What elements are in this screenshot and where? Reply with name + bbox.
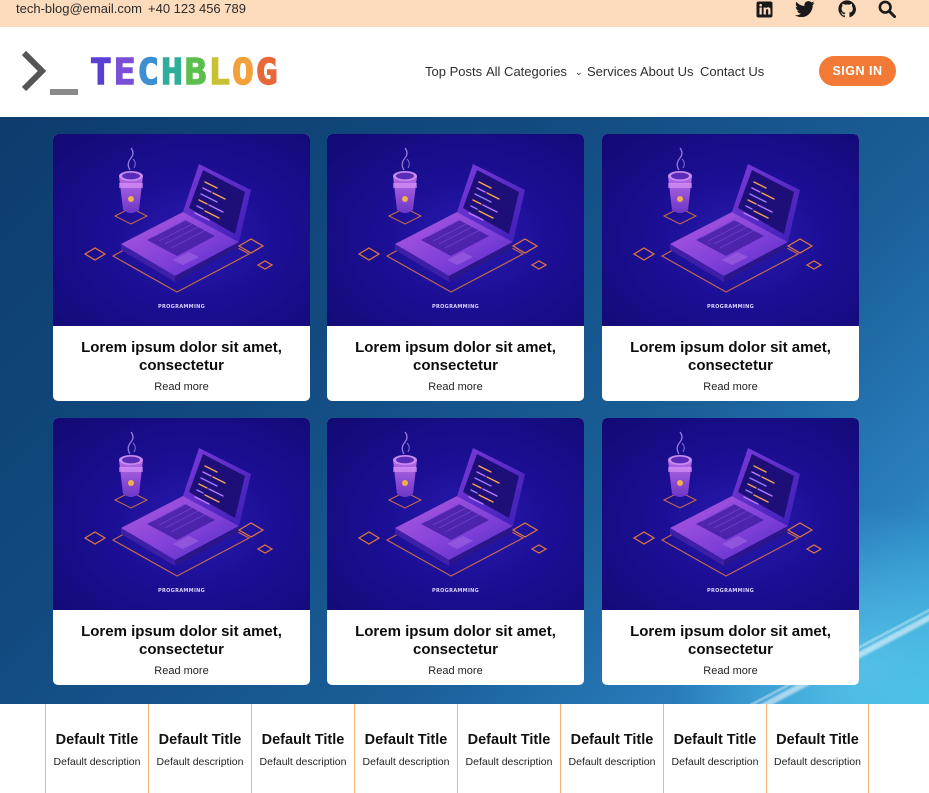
feature-item: Default Title Default description bbox=[45, 704, 148, 793]
post-category: PROGRAMMING bbox=[158, 304, 205, 310]
logo-letter: T bbox=[89, 52, 114, 93]
post-category: PROGRAMMING bbox=[432, 304, 479, 310]
post-title[interactable]: Lorem ipsum dolor sit amet, consectetur bbox=[65, 623, 298, 659]
post-title[interactable]: Lorem ipsum dolor sit amet, consectetur bbox=[614, 623, 847, 659]
linkedin-icon[interactable] bbox=[753, 0, 775, 18]
logo-letter: H bbox=[160, 52, 185, 93]
contact-phone[interactable]: +40 123 456 789 bbox=[148, 0, 246, 20]
laptop-illustration[interactable] bbox=[53, 418, 310, 610]
logo-letter: C bbox=[137, 52, 162, 93]
feature-item: Default Title Default description bbox=[766, 704, 869, 793]
github-icon[interactable] bbox=[836, 0, 858, 18]
laptop-illustration[interactable] bbox=[602, 418, 859, 610]
logo-letter: L bbox=[208, 52, 233, 93]
logo-letter: B bbox=[184, 52, 209, 93]
logo-letter: O bbox=[231, 52, 256, 93]
feature-item: Default Title Default description bbox=[560, 704, 663, 793]
read-more-link[interactable]: Read more bbox=[53, 665, 310, 677]
post-title[interactable]: Lorem ipsum dolor sit amet, consectetur bbox=[614, 339, 847, 375]
nav-contact-us[interactable]: Contact Us bbox=[700, 63, 764, 81]
feature-description: Default description bbox=[774, 756, 861, 768]
post-card[interactable]: PROGRAMMING Lorem ipsum dolor sit amet, c… bbox=[602, 418, 859, 685]
post-title[interactable]: Lorem ipsum dolor sit amet, consectetur bbox=[339, 623, 572, 659]
feature-description: Default description bbox=[156, 756, 244, 768]
sign-in-button[interactable]: SIGN IN bbox=[819, 56, 896, 86]
features-row: Default Title Default description Default … bbox=[0, 704, 929, 793]
nav-top-posts[interactable]: Top Posts bbox=[425, 63, 482, 81]
feature-description: Default description bbox=[362, 756, 450, 768]
post-title[interactable]: Lorem ipsum dolor sit amet, consectetur bbox=[65, 339, 298, 375]
post-title[interactable]: Lorem ipsum dolor sit amet, consectetur bbox=[339, 339, 572, 375]
search-icon[interactable] bbox=[876, 0, 898, 18]
laptop-illustration[interactable] bbox=[327, 134, 584, 326]
top-bar: tech-blog@email.com +40 123 456 789 bbox=[0, 0, 929, 27]
read-more-link[interactable]: Read more bbox=[53, 381, 310, 393]
nav-about-us[interactable]: About Us bbox=[640, 63, 693, 81]
feature-title: Default Title bbox=[261, 732, 345, 748]
feature-item: Default Title Default description bbox=[148, 704, 251, 793]
laptop-illustration[interactable] bbox=[327, 418, 584, 610]
post-category: PROGRAMMING bbox=[432, 588, 479, 594]
post-category: PROGRAMMING bbox=[158, 588, 205, 594]
feature-title: Default Title bbox=[364, 732, 448, 748]
feature-title: Default Title bbox=[570, 732, 654, 748]
feature-item: Default Title Default description bbox=[354, 704, 457, 793]
post-category: PROGRAMMING bbox=[707, 304, 754, 310]
nav-services[interactable]: Services bbox=[587, 63, 637, 81]
chevron-down-icon: ⌄ bbox=[574, 67, 583, 77]
post-card[interactable]: PROGRAMMING Lorem ipsum dolor sit amet, c… bbox=[327, 418, 584, 685]
contact-email[interactable]: tech-blog@email.com bbox=[16, 0, 142, 20]
laptop-illustration[interactable] bbox=[602, 134, 859, 326]
feature-item: Default Title Default description bbox=[663, 704, 766, 793]
feature-description: Default description bbox=[671, 756, 759, 768]
post-category: PROGRAMMING bbox=[707, 588, 754, 594]
terminal-logo-icon[interactable] bbox=[20, 49, 82, 99]
logo-letter: G bbox=[255, 52, 280, 93]
read-more-link[interactable]: Read more bbox=[327, 381, 584, 393]
read-more-link[interactable]: Read more bbox=[602, 665, 859, 677]
read-more-link[interactable]: Read more bbox=[327, 665, 584, 677]
read-more-link[interactable]: Read more bbox=[602, 381, 859, 393]
post-card[interactable]: PROGRAMMING Lorem ipsum dolor sit amet, c… bbox=[53, 134, 310, 401]
feature-item: Default Title Default description bbox=[457, 704, 560, 793]
site-header: TECHBLOG Top Posts All Categories ⌄ Servi… bbox=[0, 27, 929, 117]
post-card[interactable]: PROGRAMMING Lorem ipsum dolor sit amet, c… bbox=[327, 134, 584, 401]
feature-description: Default description bbox=[53, 756, 141, 768]
feature-description: Default description bbox=[465, 756, 553, 768]
twitter-icon[interactable] bbox=[794, 0, 816, 18]
feature-title: Default Title bbox=[776, 732, 859, 748]
logo-text[interactable]: TECHBLOG bbox=[89, 52, 280, 93]
nav-all-categories-label: All Categories bbox=[486, 64, 567, 79]
feature-description: Default description bbox=[259, 756, 347, 768]
feature-title: Default Title bbox=[673, 732, 757, 748]
feature-title: Default Title bbox=[467, 732, 551, 748]
feature-title: Default Title bbox=[158, 732, 242, 748]
feature-item: Default Title Default description bbox=[251, 704, 354, 793]
post-card[interactable]: PROGRAMMING Lorem ipsum dolor sit amet, c… bbox=[53, 418, 310, 685]
feature-description: Default description bbox=[568, 756, 656, 768]
feature-title: Default Title bbox=[55, 732, 139, 748]
logo-letter: E bbox=[113, 52, 138, 93]
laptop-illustration[interactable] bbox=[53, 134, 310, 326]
post-card[interactable]: PROGRAMMING Lorem ipsum dolor sit amet, c… bbox=[602, 134, 859, 401]
nav-all-categories[interactable]: All Categories ⌄ bbox=[486, 63, 582, 82]
